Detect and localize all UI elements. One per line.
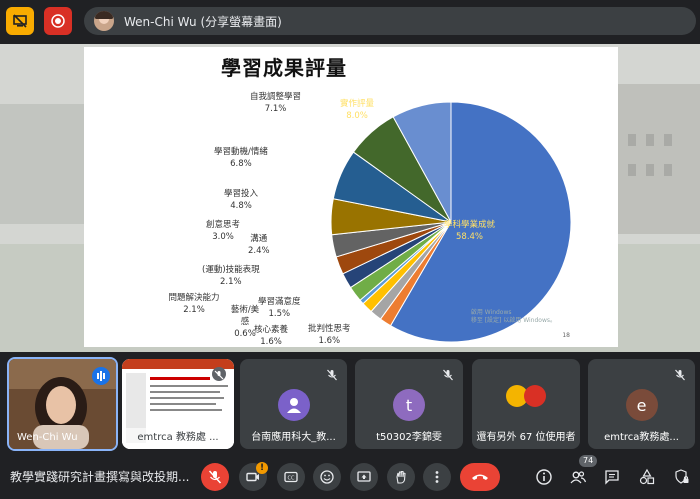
pie-label-11: 自我調整學習 7.1%	[250, 92, 302, 114]
people-icon	[570, 471, 587, 484]
pie-label-12: 實作評量 8.0%	[340, 99, 375, 121]
captions-icon: CC	[284, 471, 298, 483]
leave-call-button[interactable]	[460, 463, 500, 491]
host-controls-button[interactable]	[670, 465, 694, 489]
people-button[interactable]	[566, 465, 590, 489]
participant-name: emtrca 教務處 ...	[122, 428, 234, 443]
participant-strip: Wen-Chi Wu emtrca 教務處 ... 台南應用科大_教... t …	[0, 357, 700, 451]
pie-label-6: (運動)技能表現 2.1%	[202, 265, 260, 287]
participant-tile-4[interactable]: t t50302李錦雯	[355, 359, 463, 449]
presenter-banner: Wen-Chi Wu (分享螢幕畫面)	[84, 7, 696, 35]
participant-tile-6[interactable]: e emtrca教務處...	[588, 359, 695, 449]
pie-label-3: 學習滿意度 1.5%	[258, 297, 301, 319]
participant-avatar-small	[524, 385, 546, 407]
pie-label-1: 批判性思考 1.6%	[308, 324, 351, 346]
captions-button[interactable]: CC	[277, 463, 305, 491]
pie-label-7: 溝通 2.4%	[248, 234, 270, 256]
presenter-avatar	[94, 11, 114, 31]
mic-button[interactable]	[201, 463, 229, 491]
mic-off-icon	[208, 470, 222, 484]
pie-label-0: 學科學業成就 58.4%	[444, 220, 496, 242]
mic-off-icon	[673, 367, 687, 381]
emoji-icon	[320, 470, 334, 484]
info-icon	[536, 469, 552, 485]
participant-avatar: t	[393, 389, 425, 421]
present-off-icon	[13, 14, 27, 28]
slide-page-number: 18	[562, 332, 570, 339]
record-icon	[51, 14, 65, 28]
present-off-button[interactable]	[6, 7, 34, 35]
host-lock-icon	[675, 469, 689, 484]
pie-label-8: 創意思考 3.0%	[206, 220, 241, 242]
mic-off-icon	[325, 367, 339, 381]
participant-tile-3[interactable]: 台南應用科大_教...	[240, 359, 347, 449]
emoji-button[interactable]	[313, 463, 341, 491]
hand-icon	[396, 470, 406, 484]
mic-off-icon	[441, 367, 455, 381]
presenter-name: Wen-Chi Wu	[124, 14, 197, 29]
participant-count-badge: 74	[579, 455, 598, 467]
participant-name: t50302李錦雯	[376, 432, 442, 443]
speaking-indicator	[92, 367, 110, 385]
pie-label-4: 藝術/美感 0.6%	[230, 305, 260, 339]
presentation-slide: 學習成果評量 學科學業成就 58.4% 批判性思考 1.6% 核心素養 1.6% 學習…	[84, 47, 618, 347]
chat-icon	[605, 470, 619, 485]
participant-name: Wen-Chi Wu	[17, 432, 78, 443]
participant-tile-screen[interactable]: emtrca 教務處 ...	[122, 359, 234, 449]
participant-tile-more[interactable]: 還有另外 67 位使用者	[472, 359, 580, 449]
presenter-label: Wen-Chi Wu (分享螢幕畫面)	[124, 13, 282, 30]
participant-name: emtrca教務處...	[604, 432, 679, 443]
participant-avatar	[277, 389, 310, 421]
audio-wave-icon	[97, 371, 105, 381]
presenter-status: (分享螢幕畫面)	[200, 14, 282, 29]
more-options-button[interactable]	[423, 463, 451, 491]
person-icon	[286, 398, 301, 413]
mic-off-icon	[212, 367, 226, 381]
meeting-details-button[interactable]	[532, 465, 556, 489]
present-button[interactable]	[350, 463, 378, 491]
raise-hand-button[interactable]	[387, 463, 415, 491]
participant-avatar: e	[625, 389, 658, 421]
participant-name: 還有另外 67 位使用者	[476, 432, 576, 443]
pie-label-9: 學習投入 4.8%	[224, 189, 259, 211]
hang-up-icon	[472, 474, 488, 480]
pie-chart	[330, 101, 572, 343]
pie-label-10: 學習動機/情緒 6.8%	[214, 147, 268, 169]
record-button[interactable]	[44, 7, 72, 35]
present-screen-icon	[357, 471, 371, 482]
participant-tile-self[interactable]: Wen-Chi Wu	[7, 357, 118, 451]
participant-name: 台南應用科大_教...	[251, 432, 336, 443]
activities-button[interactable]	[635, 465, 659, 489]
camera-warning-badge: !	[256, 462, 268, 474]
top-bar: Wen-Chi Wu (分享螢幕畫面)	[0, 0, 700, 42]
activities-shapes-icon	[639, 468, 655, 485]
more-vert-icon	[435, 471, 439, 483]
windows-activation-watermark: 啟用 Windows 移至 [設定] 以啟用 Windows。	[470, 309, 556, 324]
svg-text:CC: CC	[288, 476, 295, 482]
chat-button[interactable]	[600, 465, 624, 489]
shared-screen: 學習成果評量 學科學業成就 58.4% 批判性思考 1.6% 核心素養 1.6% 學習…	[0, 44, 700, 352]
meeting-title: 教學實踐研究計畫撰寫與改投期...	[10, 470, 190, 484]
pie-label-5: 問題解決能力 2.1%	[168, 293, 220, 315]
